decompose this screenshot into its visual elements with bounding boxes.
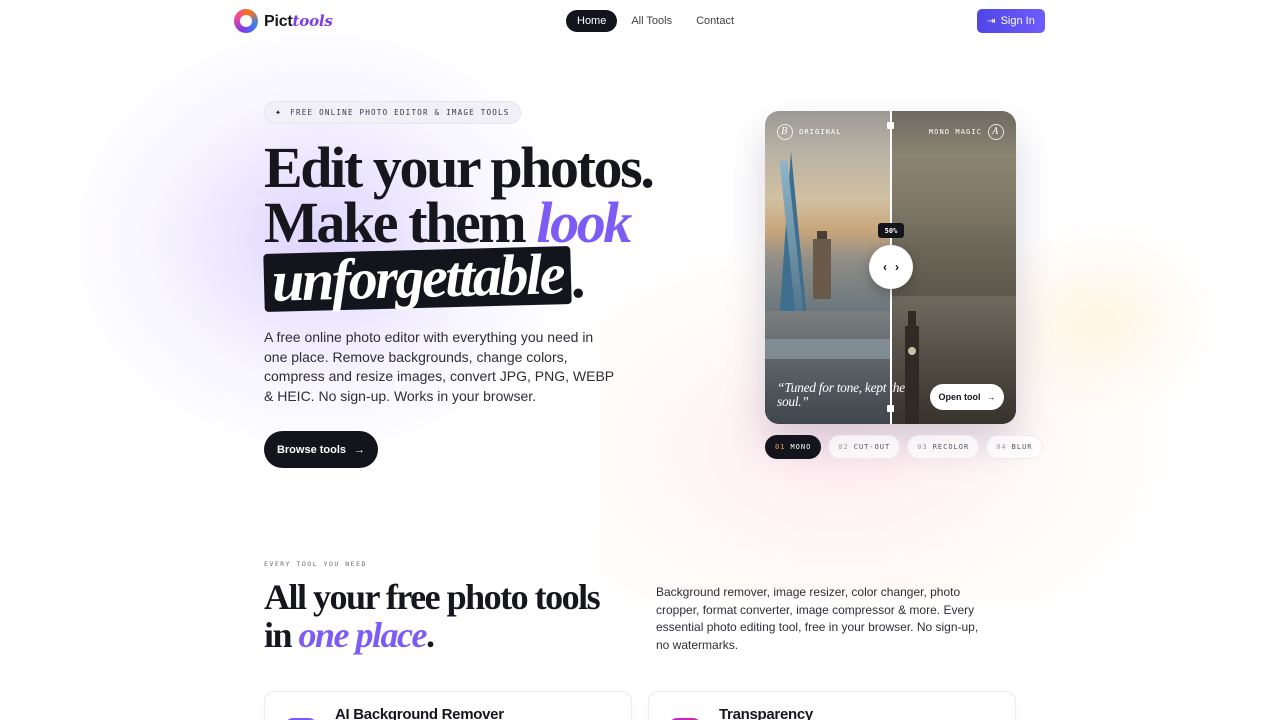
browse-tools-button[interactable]: Browse tools → <box>264 431 378 468</box>
section-title-line2: in one place. <box>264 616 599 654</box>
tool-name: Transparency <box>719 706 813 720</box>
browse-tools-label: Browse tools <box>276 443 347 456</box>
tool-name: AI Background Remover <box>335 706 504 720</box>
hero-title: Edit your photos. Make them look unforge… <box>263 135 655 314</box>
sign-in-button[interactable]: ⇥ Sign In <box>977 9 1045 33</box>
hero-glow-right-warm <box>980 220 1220 420</box>
chip-cut-out[interactable]: 02 CUT-OUT <box>828 435 901 459</box>
hero-title-line2: Make them look <box>264 194 652 252</box>
section-title-line1: All your free photo tools <box>264 577 601 617</box>
logo-text-main: Pict <box>264 12 293 30</box>
sign-in-label: Sign In <box>1000 15 1035 27</box>
river <box>765 339 891 359</box>
hero-description: A free online photo editor with everythi… <box>264 329 614 404</box>
hero-title-period: . <box>571 245 586 310</box>
chip-number: 01 <box>775 443 786 451</box>
chevron-left-icon: ‹ <box>883 260 887 274</box>
hero-title-line1: Edit your photos. <box>264 135 655 200</box>
top-nav: Picttools Home All Tools Contact ⇥ Sign … <box>0 0 1280 42</box>
hero-badge-text: FREE ONLINE PHOTO EDITOR & IMAGE TOOLS <box>290 108 510 117</box>
nav-links: Home All Tools Contact <box>566 10 744 32</box>
open-tool-button[interactable]: Open tool → <box>930 384 1004 410</box>
chip-blur[interactable]: 04 BLUR <box>986 435 1043 459</box>
section-title-period: . <box>426 615 435 655</box>
mono-magic-label: MONO MAGIC <box>928 128 982 136</box>
arrow-right-icon: → <box>354 443 366 456</box>
big-ben-tower <box>905 326 919 424</box>
chip-label: BLUR <box>1011 443 1033 451</box>
logo[interactable]: Picttools <box>234 9 333 33</box>
chip-label: CUT-OUT <box>853 443 891 451</box>
chip-number: 04 <box>996 443 1007 451</box>
sparkle-icon: ✦ <box>275 107 283 118</box>
open-tool-label: Open tool <box>938 392 981 402</box>
chip-label: MONO <box>790 443 812 451</box>
chip-recolor[interactable]: 03 RECOLOR <box>907 435 980 459</box>
logo-text-accent: tools <box>292 11 333 30</box>
original-label: ORIGINAL <box>799 128 842 136</box>
big-ben-clock <box>908 347 916 355</box>
chip-label: RECOLOR <box>932 443 970 451</box>
slider-percent-badge: 50% <box>878 223 904 238</box>
hero-title-highlight-unforgettable: unforgettable <box>263 241 572 314</box>
logo-mark-icon <box>234 9 258 33</box>
hero-title-line3: unforgettable. <box>263 241 652 314</box>
effect-chips: 01 MONO 02 CUT-OUT 03 RECOLOR 04 BLUR <box>765 435 1043 459</box>
sign-in-icon: ⇥ <box>987 15 996 27</box>
nav-link-home[interactable]: Home <box>566 10 618 32</box>
chip-number: 03 <box>917 443 928 451</box>
chip-mono[interactable]: 01 MONO <box>765 435 822 459</box>
tower-building <box>813 239 831 299</box>
section-title-highlight: one place <box>298 615 428 655</box>
mono-magic-tag: MONO MAGIC A <box>929 124 1004 140</box>
card-quote: “Tuned for tone, kept the soul.” <box>777 380 905 409</box>
section-title: All your free photo tools in one place. <box>264 577 601 654</box>
before-after-card[interactable]: B ORIGINAL MONO MAGIC A 50% ‹ › “Tuned f… <box>765 111 1016 424</box>
original-tag: B ORIGINAL <box>777 124 842 140</box>
section-description: Background remover, image resizer, color… <box>656 585 979 652</box>
nav-link-all-tools[interactable]: All Tools <box>621 10 682 32</box>
before-letter-icon: B <box>777 124 793 140</box>
compare-slider-handle[interactable]: ‹ › <box>869 245 913 289</box>
divider-knob-top <box>887 122 894 129</box>
hero-badge: ✦ FREE ONLINE PHOTO EDITOR & IMAGE TOOLS <box>264 101 521 124</box>
arrow-right-icon: → <box>986 392 996 402</box>
section-title-line2-text: in <box>264 615 299 655</box>
chip-number: 02 <box>838 443 849 451</box>
chevron-right-icon: › <box>895 260 899 274</box>
tool-card-transparency[interactable]: Transparency <box>648 691 1016 720</box>
logo-text: Picttools <box>264 12 333 31</box>
section-eyebrow: EVERY TOOL YOU NEED <box>264 560 367 568</box>
nav-link-contact[interactable]: Contact <box>686 10 744 32</box>
tool-card-background-remover[interactable]: AI Background Remover <box>264 691 632 720</box>
after-letter-icon: A <box>988 124 1004 140</box>
